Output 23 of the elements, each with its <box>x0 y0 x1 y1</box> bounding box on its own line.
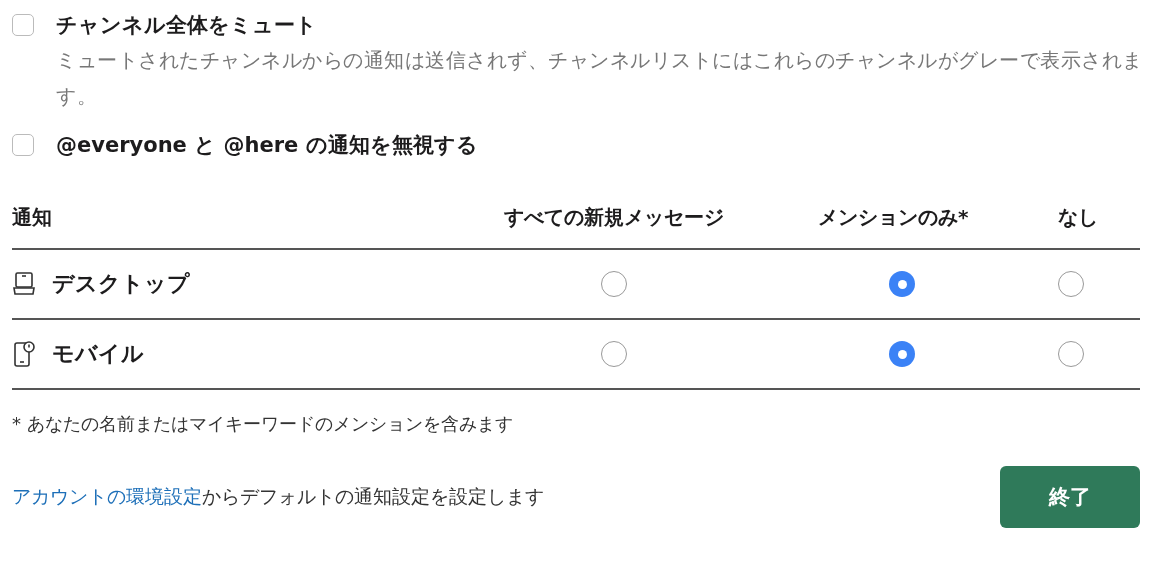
radio-button[interactable] <box>889 341 915 367</box>
option-label: チャンネル全体をミュート <box>56 12 318 39</box>
phone-icon <box>12 340 36 368</box>
preferences-link[interactable]: アカウントの環境設定 <box>12 485 202 507</box>
checkbox[interactable] <box>12 134 34 156</box>
option-description: ミュートされたチャンネルからの通知は送信されず、チャンネルリストにはこれらのチャンネルがグレーで表示されます。 <box>56 47 1144 110</box>
row-label: モバイル <box>52 340 144 368</box>
checkbox[interactable] <box>12 14 34 36</box>
radio-button[interactable] <box>889 271 915 297</box>
radio-button[interactable] <box>601 341 627 367</box>
radio-button[interactable] <box>1058 271 1084 297</box>
footnote: * あなたの名前またはマイキーワードのメンションを含みます <box>12 412 514 436</box>
column-header: メンションのみ* <box>764 202 1040 250</box>
column-header: すべての新規メッセージ <box>464 202 764 250</box>
column-header: 通知 <box>12 202 464 250</box>
radio-button[interactable] <box>1058 341 1084 367</box>
radio-button[interactable] <box>601 271 627 297</box>
option-label: @everyone と @here の通知を無視する <box>56 132 478 159</box>
done-button[interactable]: 終了 <box>1000 466 1140 528</box>
laptop-icon <box>12 271 36 297</box>
row-label: デスクトップ <box>52 270 190 298</box>
footer-text: アカウントの環境設定からデフォルトの通知設定を設定します <box>12 484 544 509</box>
column-header: なし <box>1040 202 1140 250</box>
